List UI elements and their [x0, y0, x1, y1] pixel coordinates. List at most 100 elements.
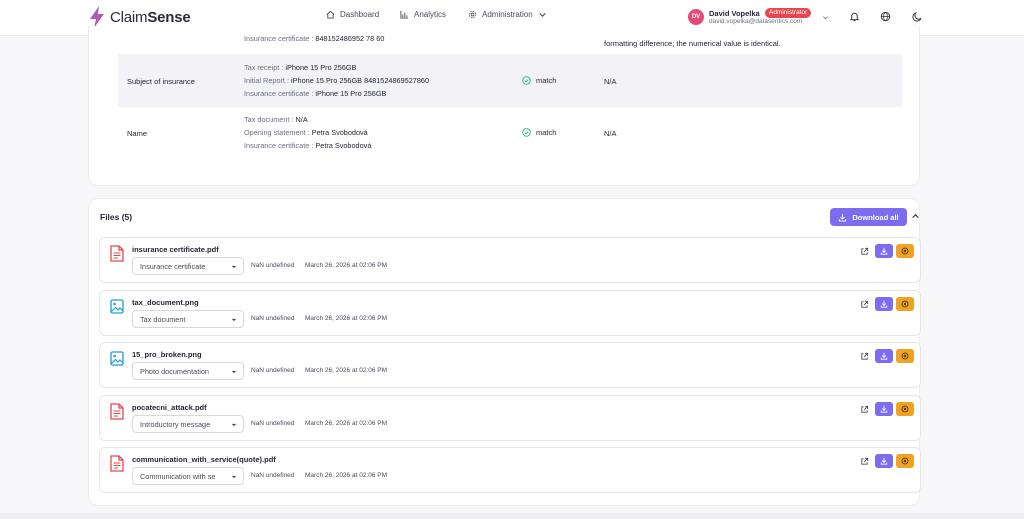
nav-administration-label: Administration: [482, 10, 533, 19]
close-circle-icon: [901, 247, 909, 255]
file-size: NaN undefined: [251, 472, 295, 479]
match-status: match: [522, 76, 556, 85]
document-type-select[interactable]: Introductory message: [132, 415, 244, 433]
external-link-icon[interactable]: [860, 405, 869, 414]
file-size: NaN undefined: [251, 367, 295, 374]
chevron-down-icon: [823, 16, 828, 20]
download-file-button[interactable]: [875, 349, 893, 363]
file-size: NaN undefined: [251, 315, 295, 322]
document-type-value: Tax document: [140, 315, 186, 324]
document-type-value: Introductory message: [140, 420, 211, 429]
download-file-button[interactable]: [875, 454, 893, 468]
download-all-label: Download all: [852, 212, 899, 222]
comparison-field-label: Name: [127, 129, 148, 138]
remove-file-button[interactable]: [896, 402, 914, 416]
file-row: tax_document.png Tax document NaN undefine…: [99, 290, 921, 336]
download-file-button[interactable]: [875, 297, 893, 311]
bell-icon[interactable]: [849, 11, 860, 22]
close-circle-icon: [901, 352, 909, 360]
file-size: NaN undefined: [251, 262, 295, 269]
nav-analytics[interactable]: Analytics: [400, 10, 446, 19]
files-section-title: Files (5): [100, 212, 133, 222]
close-circle-icon: [901, 457, 909, 465]
document-type-value: Insurance certificate: [140, 262, 206, 271]
pdf-file-icon: [110, 403, 124, 420]
remove-file-button[interactable]: [896, 244, 914, 258]
download-icon: [839, 213, 847, 222]
document-type-value: Communication with se: [140, 472, 216, 481]
remove-file-button[interactable]: [896, 454, 914, 468]
comparison-note: N/A: [604, 129, 617, 138]
download-icon: [880, 300, 888, 308]
file-date: March 26, 2026 at 02:06 PM: [305, 420, 388, 427]
external-link-icon[interactable]: [860, 352, 869, 361]
comparison-row: Subject of insurance Tax receipt : iPhon…: [118, 54, 902, 107]
external-link-icon[interactable]: [860, 300, 869, 309]
user-menu[interactable]: DV David Vopelka Administrator david.vop…: [688, 8, 834, 28]
app-name: ClaimSense: [110, 8, 191, 26]
nav-dashboard[interactable]: Dashboard: [326, 10, 379, 19]
chevron-down-icon: [231, 423, 237, 427]
file-name[interactable]: communication_with_service(quote).pdf: [132, 455, 276, 464]
download-file-button[interactable]: [875, 402, 893, 416]
chevron-down-icon: [231, 475, 237, 479]
close-circle-icon: [901, 405, 909, 413]
role-badge: Administrator: [765, 8, 812, 18]
source-line: Insurance certificate : Petra Svobodová: [244, 141, 372, 150]
file-date: March 26, 2026 at 02:06 PM: [305, 367, 388, 374]
source-line: Insurance certificate : 848152486952 78 …: [244, 34, 385, 43]
file-row: insurance certificate.pdf Insurance certi…: [99, 237, 921, 283]
download-file-button[interactable]: [875, 244, 893, 258]
remove-file-button[interactable]: [896, 349, 914, 363]
close-circle-icon: [901, 300, 909, 308]
download-all-button[interactable]: Download all: [830, 208, 907, 226]
files-card: Files (5) Download all insurance certifi…: [88, 198, 921, 506]
external-link-icon[interactable]: [860, 457, 869, 466]
file-row: pocatecni_attack.pdf Introductory message…: [99, 395, 921, 441]
file-row: 15_pro_broken.png Photo documentation NaN …: [99, 342, 921, 388]
comparison-row-partial: Insurance certificate : 848152486952 78 …: [118, 26, 902, 50]
chevron-down-icon: [231, 265, 237, 269]
download-icon: [880, 247, 888, 255]
document-type-select[interactable]: Communication with se: [132, 467, 244, 485]
nav-analytics-label: Analytics: [414, 10, 447, 19]
match-status-label: match: [536, 76, 557, 85]
chevron-up-icon[interactable]: [911, 212, 920, 221]
document-type-select[interactable]: Tax document: [132, 310, 244, 328]
comparison-card: Insurance certificate : 848152486952 78 …: [88, 26, 920, 186]
source-line: Tax document : N/A: [244, 115, 308, 124]
chevron-down-icon: [538, 12, 546, 17]
document-type-select[interactable]: Insurance certificate: [132, 257, 244, 275]
image-file-icon: [110, 299, 124, 314]
remove-file-button[interactable]: [896, 297, 914, 311]
globe-icon[interactable]: [880, 11, 891, 22]
file-date: March 26, 2026 at 02:06 PM: [305, 315, 388, 322]
download-icon: [880, 352, 888, 360]
comparison-note: formatting difference; the numerical val…: [604, 39, 781, 48]
document-type-select[interactable]: Photo documentation: [132, 362, 244, 380]
check-circle-icon: [522, 128, 531, 137]
source-line: Initial Report : iPhone 15 Pro 256GB 848…: [244, 76, 429, 85]
file-name[interactable]: 15_pro_broken.png: [132, 350, 202, 359]
source-line: Opening statement : Petra Svobodová: [244, 128, 368, 137]
chevron-down-icon: [231, 370, 237, 374]
nav-administration[interactable]: Administration: [468, 10, 552, 19]
match-status-label: match: [536, 128, 557, 137]
document-type-value: Photo documentation: [140, 367, 209, 376]
file-name[interactable]: insurance certificate.pdf: [132, 245, 219, 254]
source-line: Tax receipt : iPhone 15 Pro 256GB: [244, 63, 357, 72]
external-link-icon[interactable]: [860, 247, 869, 256]
bar-chart-icon: [400, 10, 409, 19]
image-file-icon: [110, 351, 124, 366]
source-line: Insurance certificate : iPhone 15 Pro 25…: [244, 89, 387, 98]
pdf-file-icon: [110, 245, 124, 262]
page-footer-band: [0, 513, 1024, 519]
gear-icon: [468, 10, 477, 19]
file-name[interactable]: pocatecni_attack.pdf: [132, 403, 207, 412]
file-date: March 26, 2026 at 02:06 PM: [305, 262, 388, 269]
moon-icon[interactable]: [912, 11, 923, 22]
download-icon: [880, 457, 888, 465]
file-name[interactable]: tax_document.png: [132, 298, 199, 307]
avatar: DV: [688, 9, 704, 25]
pdf-file-icon: [110, 455, 124, 472]
